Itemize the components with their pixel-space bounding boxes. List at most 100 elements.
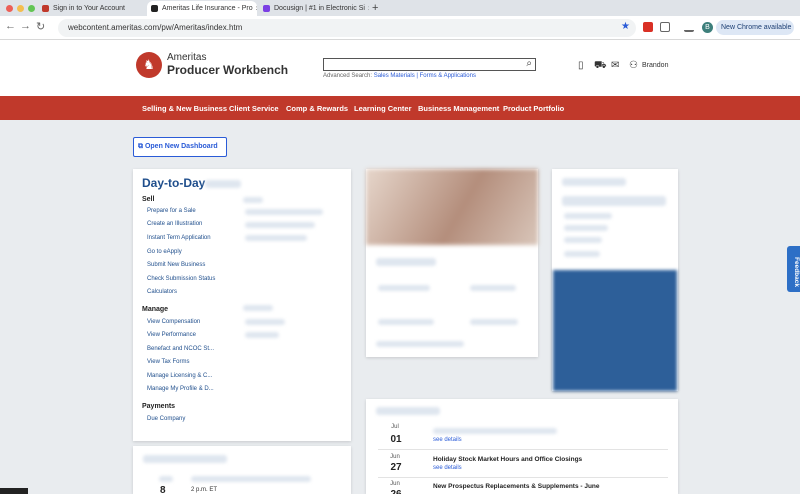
main-navigation: Selling & New Business Client Service Co… xyxy=(0,96,800,120)
feedback-label: Feedback xyxy=(793,257,800,287)
tab-close-icon[interactable]: × xyxy=(365,4,369,13)
bookmark-star-icon[interactable]: ★ xyxy=(621,21,630,32)
close-window-icon[interactable] xyxy=(6,5,13,12)
tab-favicon-icon xyxy=(263,5,270,12)
browser-toolbar: ← → ↻ webcontent.ameritas.com/pw/Amerita… xyxy=(0,16,800,40)
link-manage-profile[interactable]: Manage My Profile & D... xyxy=(147,386,214,392)
back-arrow-icon[interactable]: ← xyxy=(5,20,16,32)
tab-close-icon[interactable]: × xyxy=(253,4,257,13)
promo-image[interactable] xyxy=(366,169,538,245)
link-check-submission-status[interactable]: Check Submission Status xyxy=(147,276,215,282)
nav-client-service[interactable]: Client Service xyxy=(229,104,279,113)
ameritas-bison-logo-icon[interactable]: ♞ xyxy=(136,52,162,78)
mail-icon[interactable]: ✉ xyxy=(611,60,619,71)
sales-materials-link[interactable]: Sales Materials xyxy=(374,73,415,79)
blurred-text xyxy=(378,319,434,325)
nav-learning-center[interactable]: Learning Center xyxy=(354,104,412,113)
nav-product-portfolio[interactable]: Product Portfolio xyxy=(503,104,564,113)
document-icon[interactable]: ▯ xyxy=(578,60,584,71)
tab-label: Docusign | #1 in Electronic Si xyxy=(274,5,365,12)
brand-product-name: Producer Workbench xyxy=(167,63,289,77)
link-submit-new-business[interactable]: Submit New Business xyxy=(147,262,205,268)
blurred-text xyxy=(470,319,518,325)
blurred-text xyxy=(159,476,173,482)
link-instant-term-application[interactable]: Instant Term Application xyxy=(147,235,211,241)
blurred-text xyxy=(564,213,612,219)
latest-news-card: Jul 01 see details Jun 27 Holiday Stock … xyxy=(366,399,678,494)
brand-name: Ameritas xyxy=(167,52,207,63)
blurred-text xyxy=(376,407,440,415)
external-link-icon: ⧉ xyxy=(138,143,145,150)
site-header: ♞ Ameritas Producer Workbench ⌕ Advanced… xyxy=(0,40,800,96)
chrome-button-label: New Chrome available xyxy=(721,24,792,31)
search-icon[interactable]: ⌕ xyxy=(526,58,532,69)
blurred-highlight-panel[interactable] xyxy=(553,270,677,391)
day-to-day-title: Day-to-Day xyxy=(142,176,206,190)
see-details-link[interactable]: see details xyxy=(433,437,462,443)
minimize-window-icon[interactable] xyxy=(17,5,24,12)
user-name[interactable]: Brandon xyxy=(642,62,668,69)
link-go-to-eapply[interactable]: Go to eApply xyxy=(147,249,182,255)
extensions-puzzle-icon[interactable] xyxy=(660,22,670,32)
link-calculators[interactable]: Calculators xyxy=(147,289,177,295)
blurred-text xyxy=(470,285,516,291)
section-heading-payments: Payments xyxy=(142,403,176,410)
extension-icon[interactable] xyxy=(643,22,653,32)
nav-comp-rewards[interactable]: Comp & Rewards xyxy=(286,104,348,113)
blurred-text xyxy=(562,178,626,186)
tab-favicon-icon xyxy=(151,5,158,12)
search-input[interactable]: ⌕ xyxy=(323,58,536,71)
tab-label: Ameritas Life Insurance - Pro xyxy=(162,5,253,12)
see-details-link[interactable]: see details xyxy=(433,465,462,471)
link-view-tax-forms[interactable]: View Tax Forms xyxy=(147,359,189,365)
promo-card xyxy=(366,169,538,357)
event-time: 2 p.m. ET xyxy=(191,487,218,493)
blurred-text xyxy=(433,428,557,434)
link-benefact-ncoc[interactable]: Benefact and NCOC St... xyxy=(147,346,214,352)
browser-tab-sign-in[interactable]: Sign in to Your Account xyxy=(38,1,145,16)
news-title[interactable]: Holiday Stock Market Hours and Office Cl… xyxy=(433,456,582,463)
blurred-text xyxy=(245,235,307,241)
news-title[interactable]: New Prospectus Replacements & Supplement… xyxy=(433,483,600,490)
nav-selling-new-business[interactable]: Selling & New Business xyxy=(142,104,227,113)
blurred-text xyxy=(245,209,323,215)
link-view-compensation[interactable]: View Compensation xyxy=(147,319,200,325)
advanced-search: Advanced Search: Sales Materials | Forms… xyxy=(323,73,476,79)
link-manage-licensing[interactable]: Manage Licensing & C... xyxy=(147,373,212,379)
link-view-performance[interactable]: View Performance xyxy=(147,332,196,338)
nav-business-management[interactable]: Business Management xyxy=(418,104,499,113)
events-card: 8 2 p.m. ET xyxy=(133,446,351,494)
dashboard-button-label: Open New Dashboard xyxy=(144,143,218,150)
new-tab-button[interactable]: + xyxy=(372,2,378,14)
address-bar[interactable]: webcontent.ameritas.com/pw/Ameritas/inde… xyxy=(58,19,636,37)
divider xyxy=(378,449,668,450)
link-create-illustration[interactable]: Create an Illustration xyxy=(147,221,202,227)
maximize-window-icon[interactable] xyxy=(28,5,35,12)
news-day: 01 xyxy=(390,434,402,445)
blurred-text xyxy=(564,251,600,257)
blurred-text xyxy=(205,180,241,188)
tab-favicon-icon xyxy=(42,5,49,12)
url-text: webcontent.ameritas.com/pw/Ameritas/inde… xyxy=(68,23,243,32)
profile-avatar[interactable]: B xyxy=(702,22,713,33)
user-icon[interactable]: ⚇ xyxy=(629,60,638,71)
feedback-tab[interactable]: Feedback xyxy=(787,246,800,292)
reload-icon[interactable]: ↻ xyxy=(36,20,45,33)
browser-tab-docusign[interactable]: Docusign | #1 in Electronic Si × xyxy=(259,1,369,16)
forward-arrow-icon[interactable]: → xyxy=(20,20,31,32)
news-day: 27 xyxy=(390,462,402,473)
day-to-day-card: Day-to-Day Sell Prepare for a Sale Creat… xyxy=(133,169,351,441)
blurred-text xyxy=(245,222,315,228)
download-icon[interactable] xyxy=(684,22,694,32)
browser-tab-strip: Sign in to Your Account Ameritas Life In… xyxy=(0,0,800,16)
forms-applications-link[interactable]: Forms & Applications xyxy=(420,73,476,79)
open-new-dashboard-button[interactable]: ⧉ Open New Dashboard xyxy=(133,137,227,157)
link-prepare-for-a-sale[interactable]: Prepare for a Sale xyxy=(147,208,196,214)
browser-tab-ameritas[interactable]: Ameritas Life Insurance - Pro × xyxy=(147,1,257,16)
new-chrome-available-button[interactable]: New Chrome available xyxy=(716,20,794,35)
blurred-text xyxy=(564,225,608,231)
link-due-company[interactable]: Due Company xyxy=(147,416,185,422)
cart-icon[interactable]: ⛟ xyxy=(594,60,607,73)
news-month: Jul xyxy=(391,424,399,430)
section-heading-manage: Manage xyxy=(142,306,169,313)
